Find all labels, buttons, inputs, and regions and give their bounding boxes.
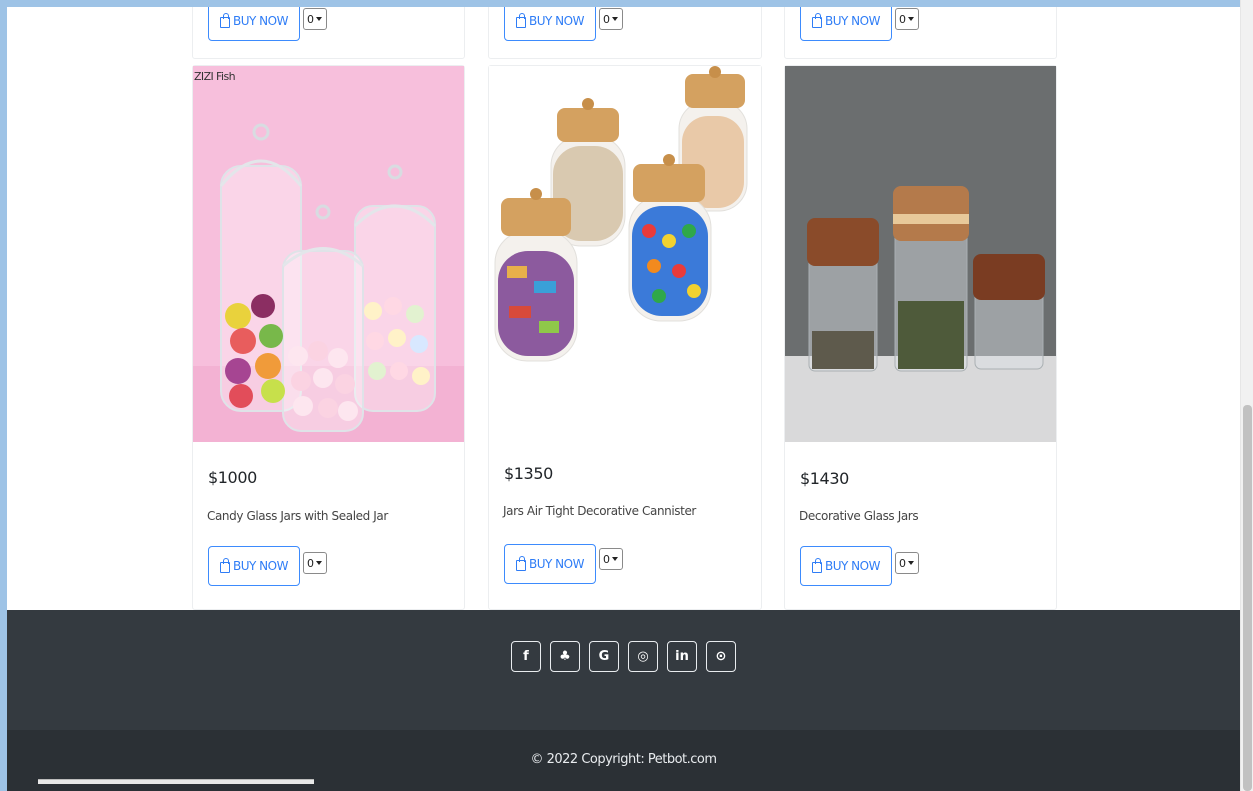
product-card: ZIZI Fish $1000 Candy Glass Jars with Se… <box>192 65 465 610</box>
quantity-select[interactable]: 0 <box>895 552 919 574</box>
shopping-bag-icon <box>220 12 231 28</box>
buy-now-button[interactable]: BUY NOW <box>208 7 300 41</box>
google-icon[interactable]: G <box>589 641 619 672</box>
chevron-down-icon <box>316 561 322 565</box>
chevron-down-icon <box>316 17 322 21</box>
github-icon[interactable]: ⊙ <box>706 641 736 672</box>
facebook-icon[interactable]: f <box>511 641 541 672</box>
chevron-down-icon <box>908 17 914 21</box>
product-price: $1000 <box>208 468 257 487</box>
instagram-icon[interactable]: ◎ <box>628 641 658 672</box>
page-content: BUY NOW 0 BUY NOW 0 BUY NOW 0 ZIZI Fish … <box>7 7 1240 791</box>
quantity-select[interactable]: 0 <box>599 548 623 570</box>
product-name: Jars Air Tight Decorative Cannister <box>503 504 696 518</box>
quantity-select[interactable]: 0 <box>303 552 327 574</box>
product-image-airtight-jars[interactable] <box>489 66 761 442</box>
product-name: Candy Glass Jars with Sealed Jar <box>207 509 388 523</box>
product-card: $1430 Decorative Glass Jars BUY NOW 0 <box>784 65 1057 610</box>
product-card-body: $1350 Jars Air Tight Decorative Canniste… <box>489 442 761 611</box>
window-frame-left <box>0 0 7 791</box>
product-card-previous: BUY NOW 0 <box>192 7 465 59</box>
shopping-bag-icon <box>516 12 527 28</box>
quantity-select[interactable]: 0 <box>599 8 623 30</box>
product-card-body: $1430 Decorative Glass Jars BUY NOW 0 <box>785 442 1056 611</box>
product-card-previous: BUY NOW 0 <box>488 7 762 59</box>
taskbar-edge <box>38 779 314 784</box>
copyright-text: © 2022 Copyright: Petbot.com <box>530 752 717 767</box>
shopping-bag-icon <box>812 12 823 28</box>
quantity-select[interactable]: 0 <box>895 8 919 30</box>
brand-tag: ZIZI Fish <box>194 70 236 83</box>
shopping-bag-icon <box>812 557 823 573</box>
chevron-down-icon <box>612 17 618 21</box>
product-price: $1350 <box>504 464 553 483</box>
product-card-body: $1000 Candy Glass Jars with Sealed Jar B… <box>193 442 464 611</box>
chevron-down-icon <box>908 561 914 565</box>
chevron-down-icon <box>612 557 618 561</box>
product-card-previous: BUY NOW 0 <box>784 7 1057 59</box>
product-name: Decorative Glass Jars <box>799 509 919 523</box>
social-links: f ♣ G ◎ in ⊙ <box>7 641 1240 672</box>
product-image-glass-jars[interactable] <box>785 66 1056 442</box>
product-image-candy-jars[interactable]: ZIZI Fish <box>193 66 464 442</box>
site-footer: f ♣ G ◎ in ⊙ © 2022 Copyright: Petbot.co… <box>7 610 1240 791</box>
buy-now-button[interactable]: BUY NOW <box>800 546 892 586</box>
product-price: $1430 <box>800 469 849 488</box>
buy-now-button[interactable]: BUY NOW <box>504 544 596 584</box>
scrollbar-thumb[interactable] <box>1243 405 1252 791</box>
quantity-select[interactable]: 0 <box>303 8 327 30</box>
vertical-scrollbar[interactable] <box>1240 0 1253 791</box>
buy-now-button[interactable]: BUY NOW <box>208 546 300 586</box>
linkedin-icon[interactable]: in <box>667 641 697 672</box>
twitter-icon[interactable]: ♣ <box>550 641 580 672</box>
buy-now-button[interactable]: BUY NOW <box>504 7 596 41</box>
shopping-bag-icon <box>516 555 527 571</box>
buy-now-button[interactable]: BUY NOW <box>800 7 892 41</box>
shopping-bag-icon <box>220 557 231 573</box>
product-card: $1350 Jars Air Tight Decorative Canniste… <box>488 65 762 610</box>
